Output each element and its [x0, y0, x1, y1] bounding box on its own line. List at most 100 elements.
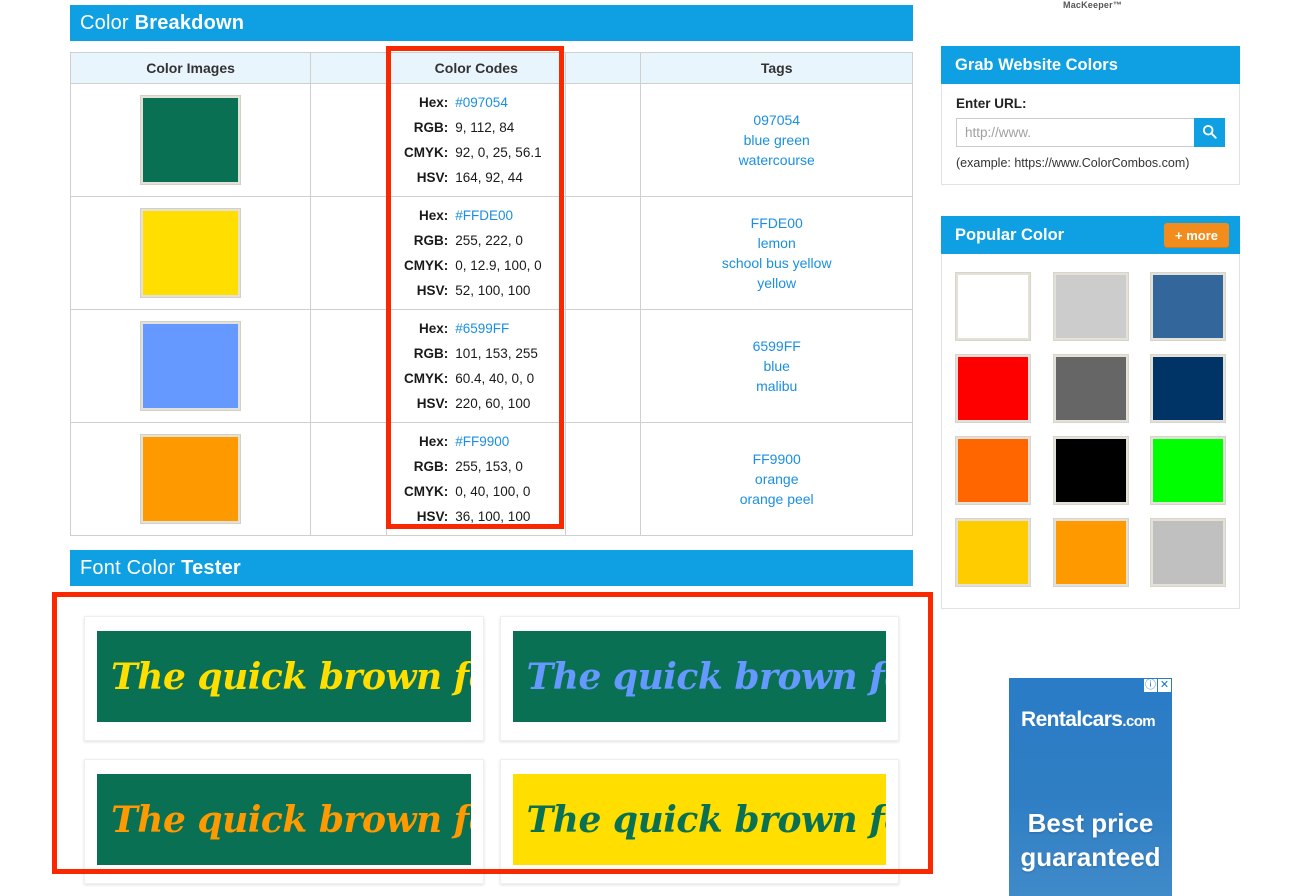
font-tester-cell: The quick brown fox..: [76, 608, 492, 751]
ad-headline-line2: guaranteed: [1020, 842, 1161, 872]
grab-widget-body: Enter URL: (example: https://www.ColorCo…: [941, 84, 1240, 185]
popular-color-swatch[interactable]: [955, 272, 1031, 341]
cell-spacer-1: [310, 309, 388, 423]
cell-spacer-2: [565, 422, 642, 536]
font-tester-card[interactable]: The quick brown fox..: [84, 616, 484, 741]
popular-color-swatch[interactable]: [955, 518, 1031, 587]
font-tester-card[interactable]: The quick brown fox..: [84, 759, 484, 884]
popular-swatch-cell: [1052, 512, 1129, 594]
cmyk-value: 0, 40, 100, 0: [455, 484, 531, 499]
hex-value[interactable]: #FF9900: [455, 429, 553, 454]
tag-link[interactable]: 6599FF: [641, 336, 912, 356]
hex-value[interactable]: #FFDE00: [455, 203, 553, 228]
popular-swatch-cell: [1052, 266, 1129, 348]
font-sample-text: The quick brown fox..: [97, 631, 471, 722]
popular-widget-title: Popular Color: [955, 225, 1065, 244]
popular-swatch-cell: [955, 512, 1031, 594]
rgb-value: 255, 153, 0: [455, 459, 523, 474]
hsv-label: HSV:: [416, 396, 449, 411]
popular-color-swatch[interactable]: [1150, 436, 1226, 505]
popular-color-swatch[interactable]: [1052, 436, 1129, 505]
tag-link[interactable]: orange: [641, 469, 912, 489]
tag-link[interactable]: school bus yellow: [641, 253, 912, 273]
popular-color-swatch[interactable]: [1150, 518, 1226, 587]
hex-label: Hex:: [419, 321, 449, 336]
hex-value[interactable]: #6599FF: [455, 316, 553, 341]
cell-tags: FFDE00 lemon school bus yellow yellow: [640, 196, 913, 310]
popular-widget-body: [941, 254, 1240, 609]
main-content: Color Breakdown Color Images Color Codes…: [69, 5, 913, 896]
color-swatch[interactable]: [140, 95, 242, 185]
color-breakdown-title-light: Color: [80, 12, 129, 34]
search-button[interactable]: [1194, 118, 1225, 147]
rgb-label: RGB:: [413, 120, 449, 135]
hex-label: Hex:: [419, 434, 449, 449]
popular-color-swatch[interactable]: [955, 436, 1031, 505]
color-swatch[interactable]: [140, 434, 242, 524]
cell-color-image: [69, 83, 312, 197]
tag-link[interactable]: 097054: [641, 110, 912, 130]
hsv-label: HSV:: [416, 283, 449, 298]
popular-swatch-cell: [1150, 348, 1226, 430]
cmyk-value: 60.4, 40, 0, 0: [455, 371, 535, 386]
tag-link[interactable]: blue green: [641, 130, 912, 150]
font-tester-card[interactable]: The quick brown fox..: [499, 616, 899, 741]
ad-headline: Best price guaranteed: [1009, 806, 1172, 874]
popular-swatch-cell: [1052, 430, 1129, 512]
popular-swatch-cell: [1150, 266, 1226, 348]
popular-swatch-cell: [1150, 512, 1226, 594]
hex-value[interactable]: #097054: [455, 90, 553, 115]
table-row: Hex: #FF9900 RGB: 255, 153, 0 CMYK: 0, 40, …: [69, 422, 913, 536]
font-tester-cell: The quick brown fox..: [76, 751, 492, 894]
cell-tags: 097054 blue green watercourse: [640, 83, 913, 197]
popular-color-swatch[interactable]: [955, 354, 1031, 423]
cell-spacer-1: [310, 422, 388, 536]
tag-link[interactable]: lemon: [641, 233, 912, 253]
cmyk-label: CMYK:: [404, 258, 449, 273]
color-swatch[interactable]: [140, 208, 242, 298]
table-body: Hex: #097054 RGB: 9, 112, 84 CMYK: 92, 0, 2…: [69, 83, 913, 536]
popular-swatch-cell: [955, 348, 1031, 430]
rentalcars-ad[interactable]: ⓘ ✕ Rentalcars.com Best price guaranteed: [1009, 678, 1172, 896]
mackeeper-ad-label[interactable]: MacKeeper™: [1063, 0, 1122, 10]
popular-color-swatch[interactable]: [1150, 354, 1226, 423]
rgb-label: RGB:: [413, 459, 449, 474]
tag-link[interactable]: malibu: [641, 376, 912, 396]
tag-link[interactable]: FF9900: [641, 449, 912, 469]
tag-link[interactable]: blue: [641, 356, 912, 376]
hex-label: Hex:: [419, 208, 449, 223]
url-input[interactable]: [956, 118, 1194, 147]
tag-link[interactable]: orange peel: [641, 489, 912, 509]
column-header-spacer-1: [310, 52, 388, 84]
font-tester-title-bold: Tester: [181, 557, 241, 579]
rgb-value: 255, 222, 0: [455, 233, 523, 248]
font-sample-text: The quick brown fox..: [512, 631, 886, 722]
font-tester-card[interactable]: The quick brown fox..: [499, 759, 899, 884]
hsv-value: 220, 60, 100: [455, 396, 531, 411]
cell-color-image: [69, 422, 312, 536]
column-header-color-images: Color Images: [69, 52, 312, 84]
close-icon[interactable]: ✕: [1158, 679, 1171, 692]
popular-color-swatch[interactable]: [1150, 272, 1226, 341]
column-header-spacer-2: [565, 52, 642, 84]
cmyk-value: 92, 0, 25, 56.1: [455, 145, 542, 160]
popular-color-swatch[interactable]: [1052, 272, 1129, 341]
page-root: MacKeeper™ Color Breakdown Color Images …: [0, 0, 1289, 896]
cell-color-codes: Hex: #097054 RGB: 9, 112, 84 CMYK: 92, 0, 2…: [386, 83, 567, 197]
tag-link[interactable]: watercourse: [641, 150, 912, 170]
popular-color-swatch[interactable]: [1052, 354, 1129, 423]
popular-swatch-cell: [1150, 430, 1226, 512]
info-icon[interactable]: ⓘ: [1144, 679, 1157, 692]
color-swatch[interactable]: [140, 321, 242, 411]
tag-link[interactable]: yellow: [641, 273, 912, 293]
hsv-label: HSV:: [416, 170, 449, 185]
hex-label: Hex:: [419, 95, 449, 110]
font-tester-grid: The quick brown fox.. The quick brown fo…: [70, 600, 913, 896]
popular-color-swatch[interactable]: [1052, 518, 1129, 587]
font-tester-cell: The quick brown fox..: [492, 608, 908, 751]
font-sample-text: The quick brown fox..: [97, 774, 471, 865]
tag-link[interactable]: FFDE00: [641, 213, 912, 233]
cell-tags: 6599FF blue malibu: [640, 309, 913, 423]
cmyk-label: CMYK:: [404, 145, 449, 160]
more-button[interactable]: + more: [1164, 222, 1229, 248]
